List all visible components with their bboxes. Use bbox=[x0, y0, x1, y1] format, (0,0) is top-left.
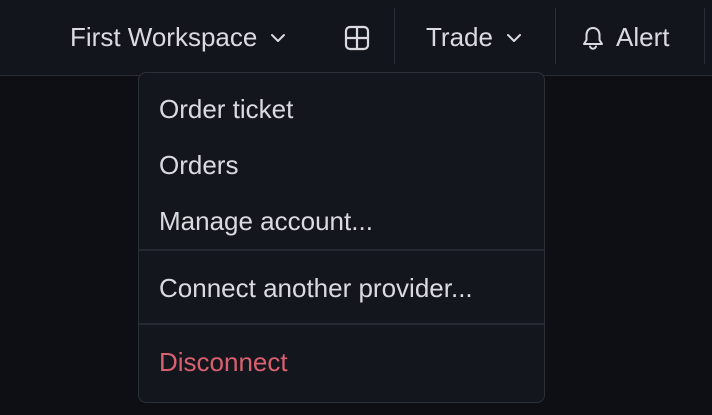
alert-label: Alert bbox=[616, 22, 670, 52]
menu-item-disconnect[interactable]: Disconnect bbox=[139, 334, 544, 390]
menu-item-manage-account[interactable]: Manage account... bbox=[139, 193, 544, 249]
bell-icon bbox=[580, 25, 606, 51]
toolbar-divider bbox=[394, 8, 395, 64]
menu-section-account: Order ticket Orders Manage account... bbox=[139, 73, 544, 249]
menu-section-disconnect: Disconnect bbox=[139, 325, 544, 400]
menu-item-connect-provider[interactable]: Connect another provider... bbox=[139, 260, 544, 316]
toolbar-divider bbox=[704, 8, 705, 64]
chevron-down-icon bbox=[505, 29, 523, 47]
menu-item-orders[interactable]: Orders bbox=[139, 137, 544, 193]
workspace-selector[interactable]: First Workspace bbox=[70, 0, 287, 75]
trade-dropdown-menu: Order ticket Orders Manage account... Co… bbox=[138, 72, 545, 403]
menu-section-connect: Connect another provider... bbox=[139, 251, 544, 323]
chevron-down-icon bbox=[269, 29, 287, 47]
trade-label: Trade bbox=[426, 22, 493, 52]
layout-grid-icon bbox=[343, 24, 371, 52]
menu-item-order-ticket[interactable]: Order ticket bbox=[139, 81, 544, 137]
top-bar: First Workspace Trade Alert bbox=[0, 0, 712, 76]
layout-grid-button[interactable] bbox=[343, 0, 371, 75]
toolbar-divider bbox=[555, 8, 556, 64]
alert-button[interactable]: Alert bbox=[580, 0, 669, 75]
trade-menu-button[interactable]: Trade bbox=[426, 0, 523, 75]
workspace-label: First Workspace bbox=[70, 22, 258, 52]
